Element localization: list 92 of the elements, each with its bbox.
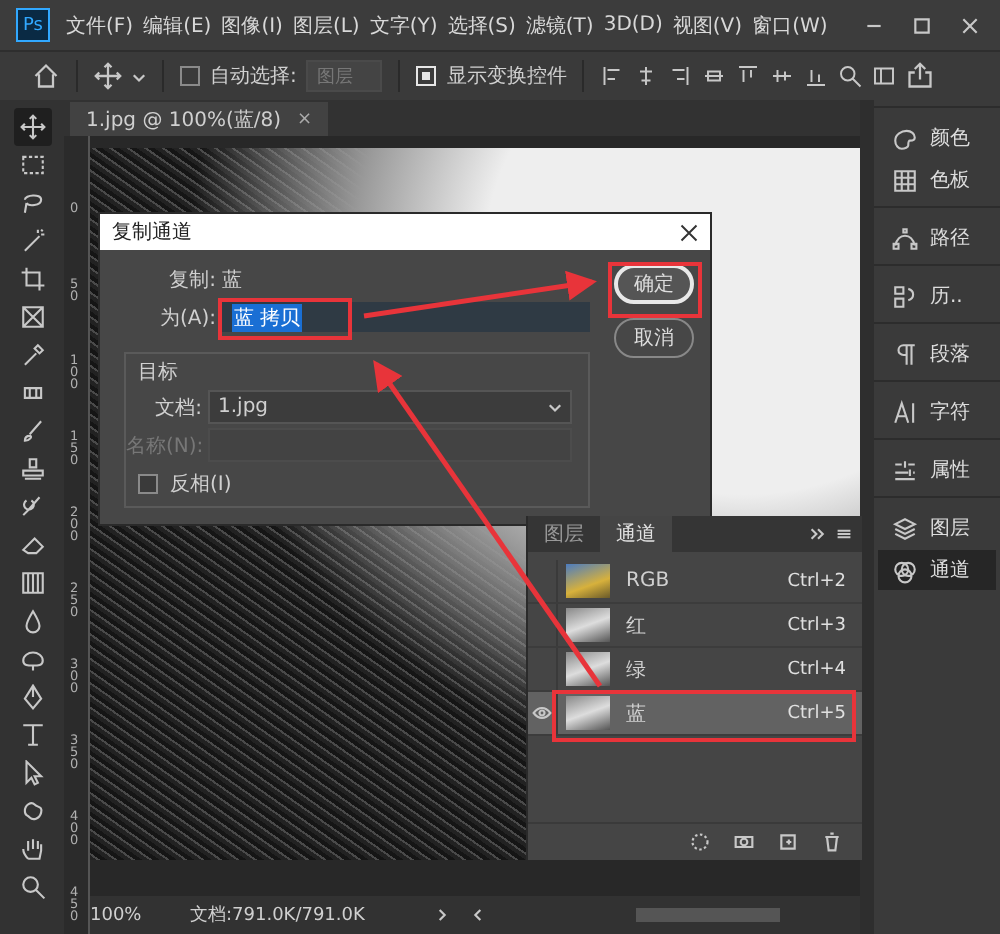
dock-item[interactable]: 颜色	[878, 118, 996, 158]
menu-item[interactable]: 视图(V)	[670, 11, 745, 39]
menu-item[interactable]: 文字(Y)	[367, 11, 440, 39]
invert-label: 反相(I)	[170, 471, 232, 497]
menu-item[interactable]: 选择(S)	[445, 11, 518, 39]
grid-icon	[892, 167, 918, 193]
source-value: 蓝	[222, 267, 242, 293]
menu-item[interactable]: 图层(L)	[290, 11, 362, 39]
panel-tab[interactable]: 图层	[528, 516, 600, 552]
visibility-toggle[interactable]	[528, 692, 558, 734]
channels-icon	[892, 557, 918, 583]
chevron-right-icon[interactable]	[438, 908, 448, 922]
checkbox[interactable]	[180, 66, 200, 86]
pilcrow-icon	[892, 341, 918, 367]
layers-icon	[892, 515, 918, 541]
eye-icon	[532, 706, 552, 720]
dock-item[interactable]: 历..	[878, 276, 996, 316]
annotation-frame	[218, 298, 352, 340]
checkbox[interactable]	[138, 473, 158, 493]
channel-thumbnail	[566, 564, 610, 598]
channel-thumbnail	[566, 608, 610, 642]
dock-item[interactable]: 字符	[878, 392, 996, 432]
dock-item[interactable]: 路径	[878, 218, 996, 258]
menu-item[interactable]: 编辑(E)	[141, 11, 214, 39]
channel-row[interactable]: 蓝 Ctrl+5	[528, 692, 862, 736]
align-icon[interactable]	[668, 64, 693, 88]
document-info: 文档:791.0K/791.0K	[190, 903, 367, 928]
home-icon[interactable]	[32, 62, 60, 90]
dialog-title: 复制通道	[112, 219, 192, 246]
menu-item[interactable]: 3D(D)	[601, 14, 665, 36]
chevron-left-icon[interactable]	[472, 908, 482, 922]
palette-icon	[892, 125, 918, 151]
align-icon[interactable]	[736, 64, 761, 88]
dotted-circle-icon[interactable]	[690, 832, 710, 852]
channel-name: 绿	[626, 657, 646, 683]
source-label: 复制:	[167, 267, 216, 293]
channel-name: 蓝	[626, 701, 646, 727]
menu-item[interactable]: 窗口(W)	[750, 11, 830, 39]
align-icon[interactable]	[770, 64, 795, 88]
history-icon	[892, 283, 918, 309]
channel-thumbnail	[566, 696, 610, 730]
share-icon[interactable]	[906, 62, 935, 90]
channel-row[interactable]: RGB Ctrl+2	[528, 560, 862, 604]
dock-item[interactable]: 属性	[878, 450, 996, 490]
dock-item[interactable]: 色板	[878, 160, 996, 200]
document-label: 文档:	[153, 395, 202, 421]
shortcut-label: Ctrl+5	[787, 703, 846, 723]
align-icon[interactable]	[804, 64, 829, 88]
menu-icon[interactable]	[836, 526, 852, 542]
panel-tab[interactable]: 通道	[600, 516, 672, 552]
dock-item[interactable]: 图层	[878, 508, 996, 548]
document-tab[interactable]: 1.jpg @ 100%(蓝/8) ×	[70, 102, 329, 136]
zoom-level: 100%	[90, 905, 144, 925]
letter-icon	[892, 399, 918, 425]
move-icon[interactable]	[13, 108, 51, 146]
group-title: 目标	[136, 359, 180, 388]
menu-item[interactable]: 文件(F)	[64, 11, 136, 39]
collapse-icon[interactable]	[810, 526, 826, 542]
trash-icon[interactable]	[822, 832, 842, 852]
name-label: 为(A):	[157, 305, 216, 331]
menu-item[interactable]: 图像(I)	[219, 11, 285, 39]
align-icon[interactable]	[600, 64, 625, 88]
move-icon[interactable]	[94, 62, 122, 90]
app-logo: Ps	[16, 8, 50, 42]
caret-icon	[548, 400, 562, 414]
input-field[interactable]: 蓝 拷贝	[222, 302, 590, 332]
search-icon[interactable]	[838, 64, 863, 88]
sliders-icon	[892, 457, 918, 483]
channel-name: RGB	[626, 570, 670, 592]
auto-select-label: 自动选择:	[210, 63, 297, 90]
shortcut-label: Ctrl+2	[787, 571, 846, 591]
caret-icon[interactable]	[132, 69, 146, 83]
shortcut-label: Ctrl+3	[787, 615, 846, 635]
new-channel-icon[interactable]	[778, 832, 798, 852]
channel-row[interactable]: 红 Ctrl+3	[528, 604, 862, 648]
maximize-icon[interactable]	[912, 15, 932, 35]
close-icon[interactable]	[680, 223, 698, 241]
dialog-button[interactable]: 取消	[614, 318, 694, 358]
dock-item[interactable]: 段落	[878, 334, 996, 374]
channel-name: 红	[626, 613, 646, 639]
dock-item[interactable]: 通道	[878, 550, 996, 590]
mask-icon[interactable]	[734, 832, 754, 852]
path-icon	[892, 225, 918, 251]
shortcut-label: Ctrl+4	[787, 659, 846, 679]
channel-row[interactable]: 绿 Ctrl+4	[528, 648, 862, 692]
input-field[interactable]	[208, 428, 572, 462]
menu-item[interactable]: 滤镜(T)	[523, 11, 596, 39]
panel-icon[interactable]	[872, 64, 897, 88]
dialog-button[interactable]: 确定	[614, 264, 694, 304]
show-transform-label: 显示变换控件	[446, 63, 567, 90]
annotation-frame	[608, 262, 702, 318]
document-dropdown[interactable]: 1.jpg	[208, 390, 572, 424]
